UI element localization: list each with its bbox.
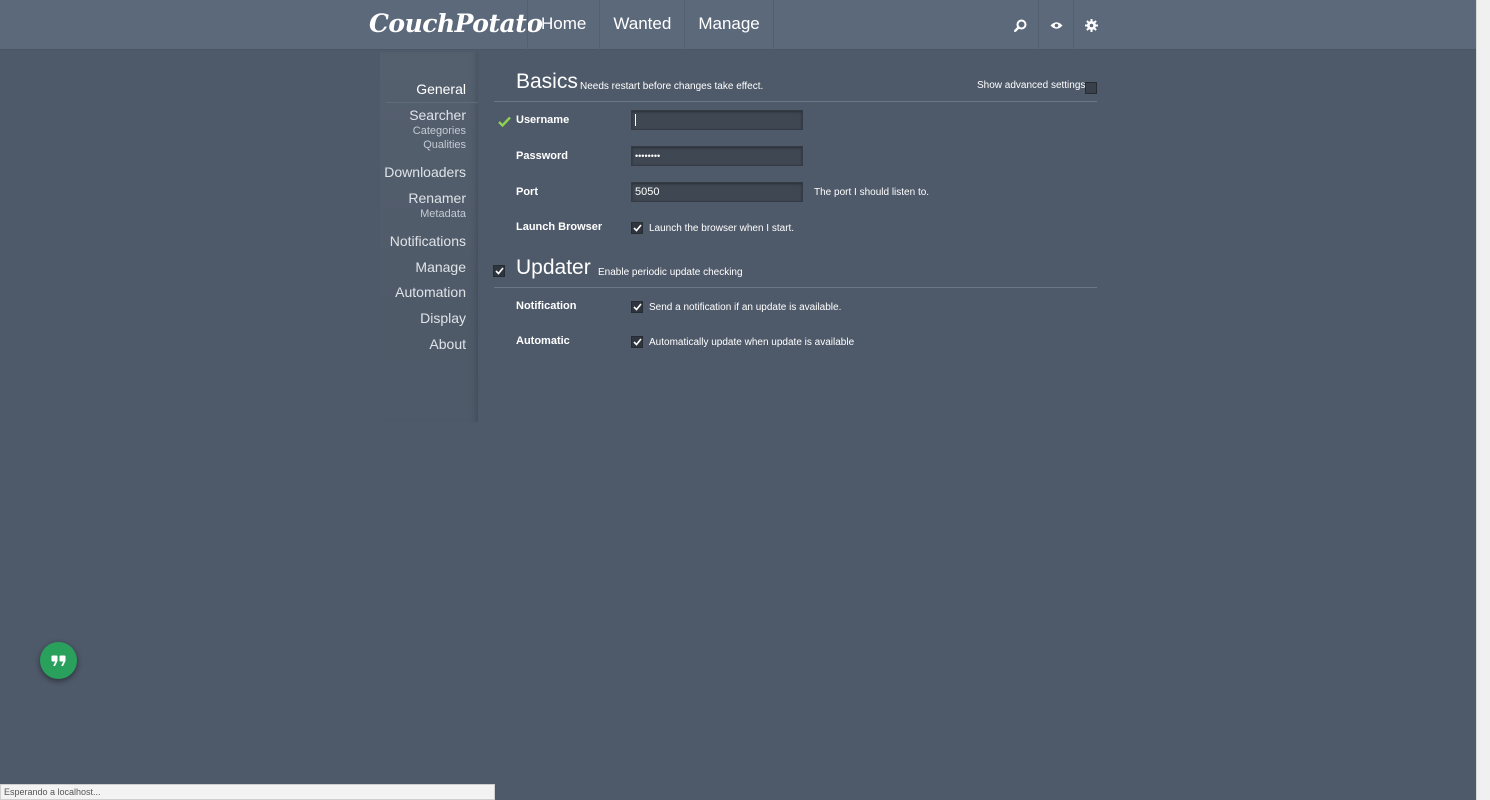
notification-hint: Send a notification if an update is avai… [649,302,842,313]
sidebar-item-general[interactable]: General [416,81,466,97]
top-header: CouchPotato Home Wanted Manage [0,0,1476,50]
password-input[interactable]: •••••••• [631,146,803,166]
port-hint: The port I should listen to. [814,187,930,198]
sidebar-item-downloaders[interactable]: Downloaders [384,164,466,180]
show-advanced-label: Show advanced settings [977,80,1086,91]
basics-title: Basics [516,70,578,93]
window-scrollbar[interactable] [1476,0,1490,800]
updater-enable-checkbox[interactable] [493,265,505,277]
feedback-button[interactable] [40,642,77,679]
header-icon-group [1003,0,1108,50]
automatic-checkbox[interactable] [631,336,643,348]
checkmark-icon [632,338,642,346]
sidebar-divider [386,102,478,103]
sidebar-item-automation[interactable]: Automation [395,284,466,300]
text-cursor [635,114,636,127]
checkmark-icon [494,267,504,275]
notification-label: Notification [516,300,577,312]
launch-browser-label: Launch Browser [516,221,603,233]
show-advanced-checkbox[interactable] [1085,82,1097,94]
automatic-hint: Automatically update when update is avai… [649,337,855,348]
basics-divider [494,101,1097,102]
port-input[interactable]: 5050 [631,182,803,202]
main-nav: Home Wanted Manage [527,0,774,50]
checkmark-icon [632,303,642,311]
notification-checkbox[interactable] [631,301,643,313]
nav-manage[interactable]: Manage [684,0,774,50]
eye-icon[interactable] [1038,0,1073,50]
sidebar-item-notifications[interactable]: Notifications [390,233,466,249]
updater-divider [494,287,1097,288]
nav-wanted[interactable]: Wanted [599,0,684,50]
sidebar-subitem-qualities[interactable]: Qualities [423,139,466,151]
port-label: Port [516,186,538,198]
sidebar-item-about[interactable]: About [429,336,466,352]
automatic-label: Automatic [516,335,570,347]
settings-sidebar: General Searcher Categories Qualities Do… [380,52,478,422]
browser-status-bar: Esperando a localhost... [0,784,495,800]
password-label: Password [516,150,568,162]
sidebar-item-manage[interactable]: Manage [415,259,466,275]
gear-icon[interactable] [1073,0,1108,50]
nav-home[interactable]: Home [527,0,599,50]
sidebar-item-renamer[interactable]: Renamer [408,190,466,206]
launch-browser-checkbox[interactable] [631,222,643,234]
basics-description: Needs restart before changes take effect… [580,81,764,92]
sidebar-item-display[interactable]: Display [420,310,466,326]
valid-check-icon [498,114,511,132]
username-input[interactable] [631,110,803,130]
quote-icon [51,655,65,666]
launch-browser-hint: Launch the browser when I start. [649,223,795,234]
username-label: Username [516,114,570,126]
sidebar-item-searcher[interactable]: Searcher [409,107,466,123]
settings-main: Basics Needs restart before changes take… [493,52,1098,452]
sidebar-subitem-categories[interactable]: Categories [413,125,466,137]
sidebar-subitem-metadata[interactable]: Metadata [420,208,466,220]
updater-description: Enable periodic update checking [598,267,743,278]
updater-title: Updater [516,256,591,279]
checkmark-icon [632,224,642,232]
app-logo[interactable]: CouchPotato [369,6,543,42]
search-icon[interactable] [1003,0,1038,50]
